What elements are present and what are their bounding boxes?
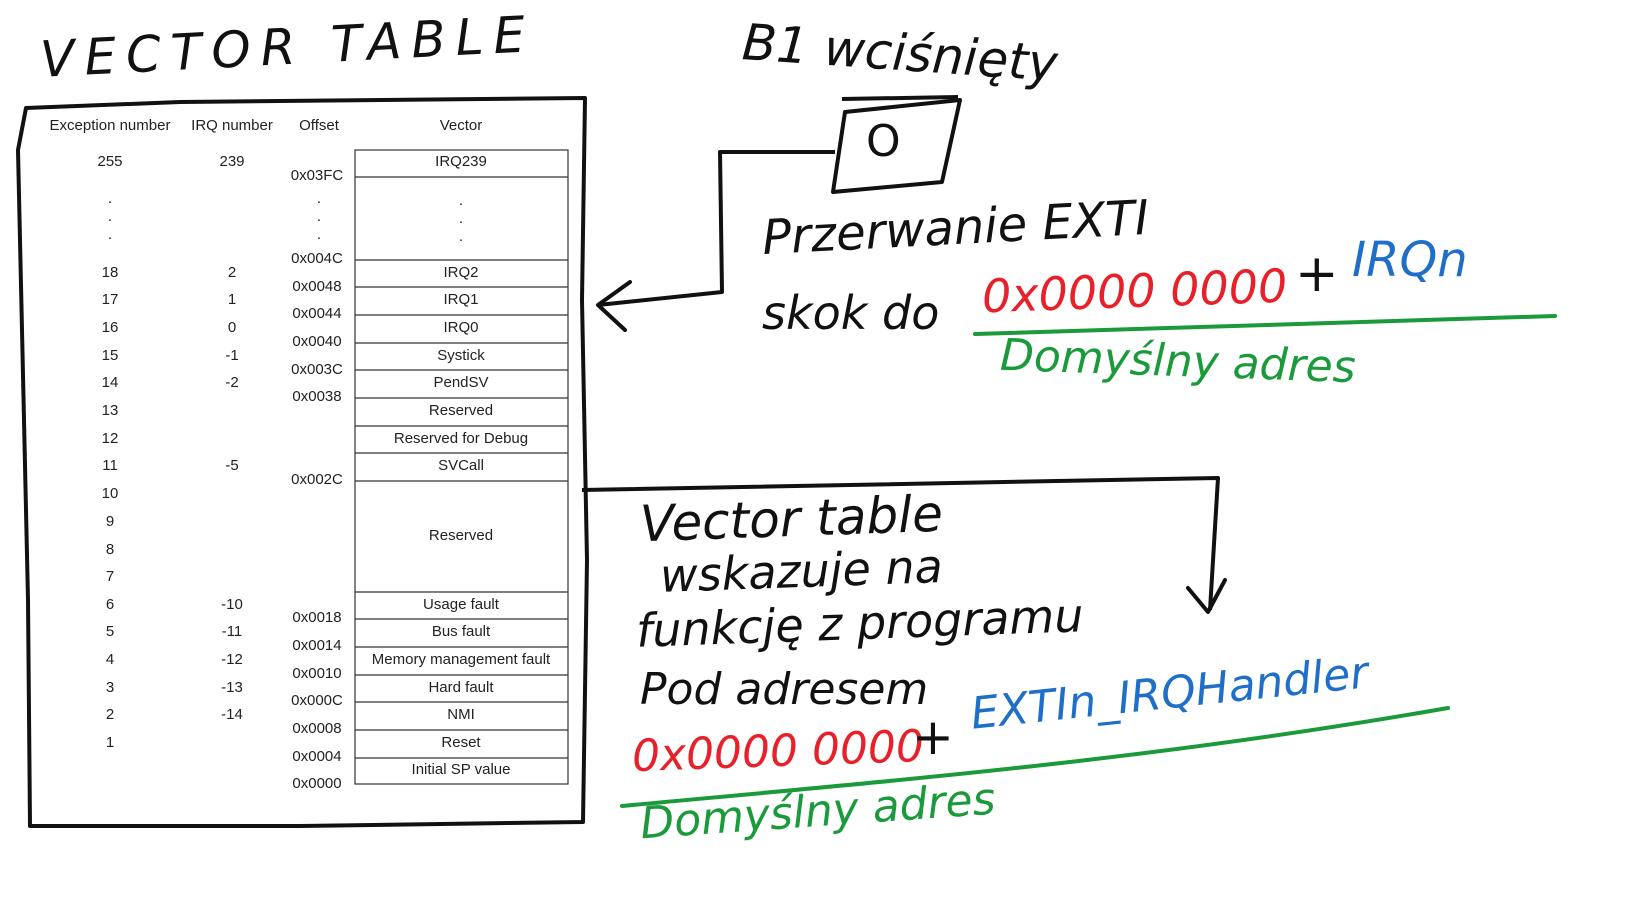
exception-number: 7 xyxy=(105,568,115,585)
note-plus-2: + xyxy=(912,708,954,766)
exception-number: 13 xyxy=(101,402,119,419)
header-offset: Offset xyxy=(299,117,339,134)
exception-number: 255 xyxy=(97,153,123,170)
vector-entry: Systick xyxy=(437,347,485,364)
exception-number: . xyxy=(107,208,113,225)
vector-entry: . xyxy=(458,210,464,227)
offset-value: 0x002C xyxy=(291,471,343,488)
exception-number: 17 xyxy=(101,291,119,308)
offset-value: . xyxy=(316,208,322,225)
irq-number: -1 xyxy=(225,347,239,364)
offset-value: 0x000C xyxy=(291,692,343,709)
exception-number: 12 xyxy=(101,430,119,447)
irq-number: 1 xyxy=(227,291,237,308)
note-plus: + xyxy=(1295,244,1339,304)
exception-number: . xyxy=(107,190,113,207)
exception-number: 8 xyxy=(105,541,115,558)
offset-value: 0x0004 xyxy=(292,748,342,765)
exception-number: 10 xyxy=(101,485,119,502)
note-irqn: IRQn xyxy=(1352,232,1468,288)
vector-entry: Reserved xyxy=(428,527,494,544)
vector-entry: IRQ2 xyxy=(443,264,479,281)
offset-value: 0x0008 xyxy=(292,720,342,737)
irq-number: 0 xyxy=(227,319,237,336)
exception-number: 18 xyxy=(101,264,119,281)
vector-entry: Reserved xyxy=(428,402,494,419)
offset-value: 0x0040 xyxy=(292,333,342,350)
irq-number: -5 xyxy=(225,457,239,474)
vector-entry: Reset xyxy=(441,734,481,751)
button-cap xyxy=(841,95,959,101)
button-symbol: O xyxy=(866,116,901,167)
exception-number: 2 xyxy=(105,706,115,723)
note-at-address: Pod adresem xyxy=(640,664,929,715)
offset-value: 0x004C xyxy=(291,250,343,267)
header-irq: IRQ number xyxy=(191,117,273,134)
offset-value: 0x0044 xyxy=(292,305,342,322)
exception-number: . xyxy=(107,226,113,243)
arrow-head-down xyxy=(1186,578,1227,614)
vector-entry: . xyxy=(458,192,464,209)
exception-number: 1 xyxy=(105,734,115,751)
exception-number: 6 xyxy=(105,596,115,613)
irq-number: 2 xyxy=(227,264,237,281)
irq-number: -2 xyxy=(225,374,239,391)
note-base-address-2: 0x0000 0000 xyxy=(631,720,925,783)
vector-entry: PendSV xyxy=(433,374,489,391)
exception-number: 11 xyxy=(102,457,118,474)
vector-entry: Memory management fault xyxy=(371,651,551,668)
header-vector: Vector xyxy=(439,117,483,134)
offset-value: 0x003C xyxy=(291,361,343,378)
exception-number: 14 xyxy=(101,374,119,391)
note-jump: skok do xyxy=(762,286,940,340)
header-exception: Exception number xyxy=(49,117,171,134)
vector-entry: . xyxy=(458,228,464,245)
irq-number: 239 xyxy=(219,153,245,170)
offset-value: 0x0014 xyxy=(292,637,342,654)
vector-entry: Hard fault xyxy=(428,679,494,696)
irq-number: -14 xyxy=(221,706,243,723)
exception-number: 4 xyxy=(105,651,115,668)
vector-entry: Reserved for Debug xyxy=(393,430,529,447)
irq-number: -10 xyxy=(221,596,243,613)
vector-entry: Usage fault xyxy=(423,596,499,613)
exception-number: 9 xyxy=(105,513,115,530)
vector-entry: Initial SP value xyxy=(411,761,511,778)
offset-value: . xyxy=(316,190,322,207)
offset-value: 0x0038 xyxy=(292,388,342,405)
irq-number: -11 xyxy=(221,623,243,640)
offset-value: 0x0000 xyxy=(292,775,342,792)
note-base-address: 0x0000 0000 xyxy=(981,258,1289,324)
vector-entry: NMI xyxy=(447,706,475,723)
vector-entry: Bus fault xyxy=(431,623,491,640)
irq-number: -13 xyxy=(221,679,243,696)
exception-number: 5 xyxy=(105,623,115,640)
drawing-layer xyxy=(16,95,1557,828)
exception-number: 16 xyxy=(101,319,119,336)
vector-entry: IRQ239 xyxy=(435,153,487,170)
exception-number: 15 xyxy=(101,347,119,364)
offset-value: 0x03FC xyxy=(290,167,344,184)
offset-value: . xyxy=(316,226,322,243)
exception-number: 3 xyxy=(105,679,115,696)
offset-value: 0x0048 xyxy=(292,278,342,295)
vector-entry: IRQ0 xyxy=(443,319,479,336)
vector-entry: SVCall xyxy=(438,457,484,474)
offset-value: 0x0010 xyxy=(292,665,342,682)
offset-value: 0x0018 xyxy=(292,609,342,626)
vector-entry: IRQ1 xyxy=(443,291,479,308)
note-default-address: Domyślny adres xyxy=(999,329,1357,394)
irq-number: -12 xyxy=(221,651,243,668)
note-points-to: wskazuje na xyxy=(659,539,944,603)
